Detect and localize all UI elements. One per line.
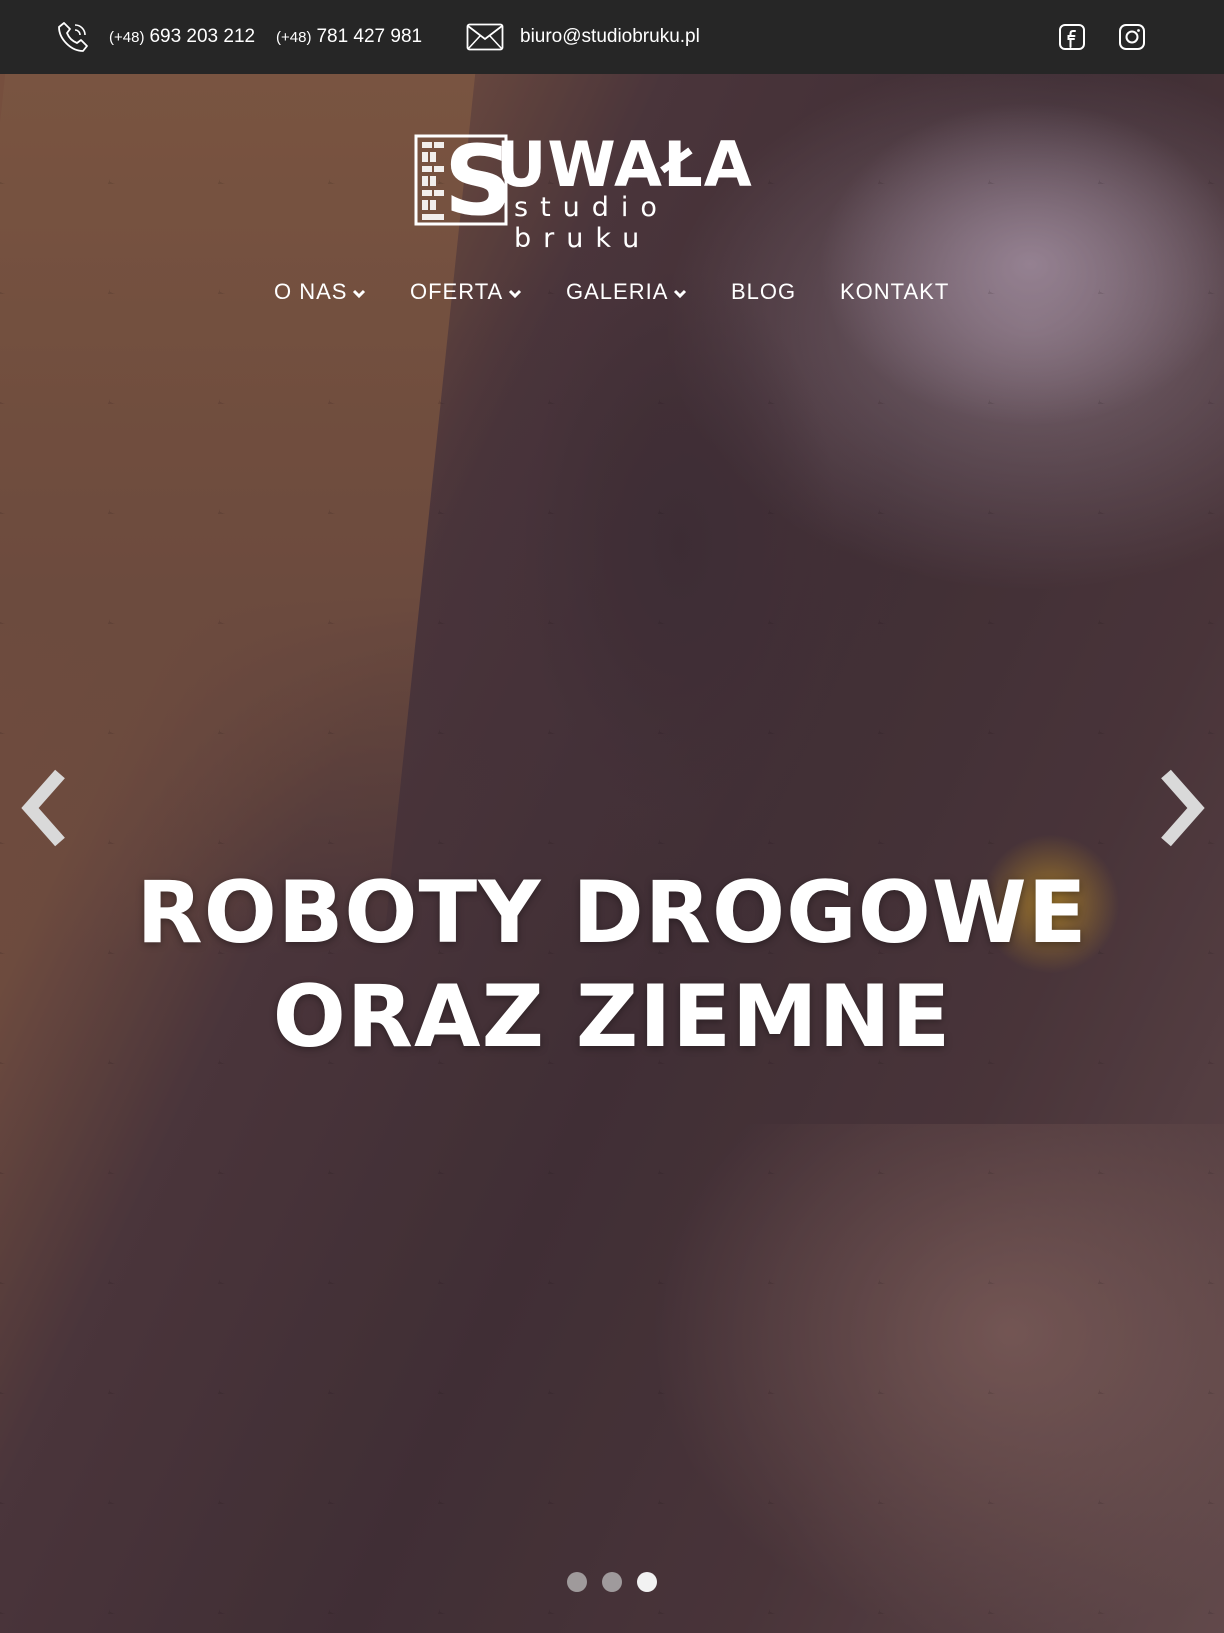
phone-prefix: (+48) — [109, 28, 145, 46]
top-contact-bar: (+48) 693 203 212 (+48) 781 427 981 biur… — [0, 0, 1224, 74]
mail-icon — [466, 0, 504, 74]
slider-dot-1[interactable] — [567, 1572, 587, 1592]
phone-number-1[interactable]: (+48) 693 203 212 — [109, 0, 255, 74]
nav-item-label: BLOG — [731, 279, 797, 304]
logo-brand-text: UWAŁA — [496, 128, 753, 201]
logo-subtitle: studio bruku — [514, 192, 669, 254]
chevron-down-icon — [352, 279, 366, 305]
slider-dot-3[interactable] — [637, 1572, 657, 1592]
instagram-icon[interactable] — [1118, 0, 1146, 74]
facebook-icon[interactable] — [1058, 0, 1086, 74]
phone-icon — [55, 0, 91, 74]
phone-number: 693 203 212 — [149, 26, 256, 47]
site-logo[interactable]: S UWAŁA studio bruku — [414, 128, 814, 254]
nav-item-label: GALERIA — [566, 279, 669, 304]
email-link[interactable]: biuro@studiobruku.pl — [520, 0, 700, 74]
slider-prev-button[interactable] — [14, 768, 74, 848]
phone-number-2[interactable]: (+48) 781 427 981 — [276, 0, 422, 74]
email-address: biuro@studiobruku.pl — [520, 26, 700, 47]
chevron-down-icon — [508, 279, 522, 305]
slider-next-button[interactable] — [1152, 768, 1212, 848]
hero-headline-line-2: ORAZ ZIEMNE — [272, 967, 952, 1067]
nav-item-label: OFERTA — [410, 279, 504, 304]
slider-pagination — [0, 1572, 1224, 1592]
hero-slider: S UWAŁA studio bruku O NAS OFERTA GALERI… — [0, 74, 1224, 1633]
main-nav: O NAS OFERTA GALERIA BLOG KONTAKT — [0, 272, 1224, 312]
phone-prefix: (+48) — [276, 28, 312, 46]
chevron-left-icon — [21, 769, 65, 847]
phone-number: 781 427 981 — [316, 26, 423, 47]
hero-headline-line-1: ROBOTY DROGOWE — [136, 863, 1088, 963]
chevron-down-icon — [673, 279, 687, 305]
chevron-right-icon — [1161, 769, 1205, 847]
nav-item-label: KONTAKT — [840, 279, 950, 304]
nav-item-oferta[interactable]: OFERTA — [410, 272, 522, 312]
slider-dot-2[interactable] — [602, 1572, 622, 1592]
nav-item-blog[interactable]: BLOG — [731, 272, 796, 312]
nav-item-o-nas[interactable]: O NAS — [274, 272, 366, 312]
hero-headline: ROBOTY DROGOWE ORAZ ZIEMNE — [0, 861, 1224, 1069]
nav-item-kontakt[interactable]: KONTAKT — [840, 272, 949, 312]
nav-item-label: O NAS — [274, 279, 348, 304]
nav-item-galeria[interactable]: GALERIA — [566, 272, 687, 312]
